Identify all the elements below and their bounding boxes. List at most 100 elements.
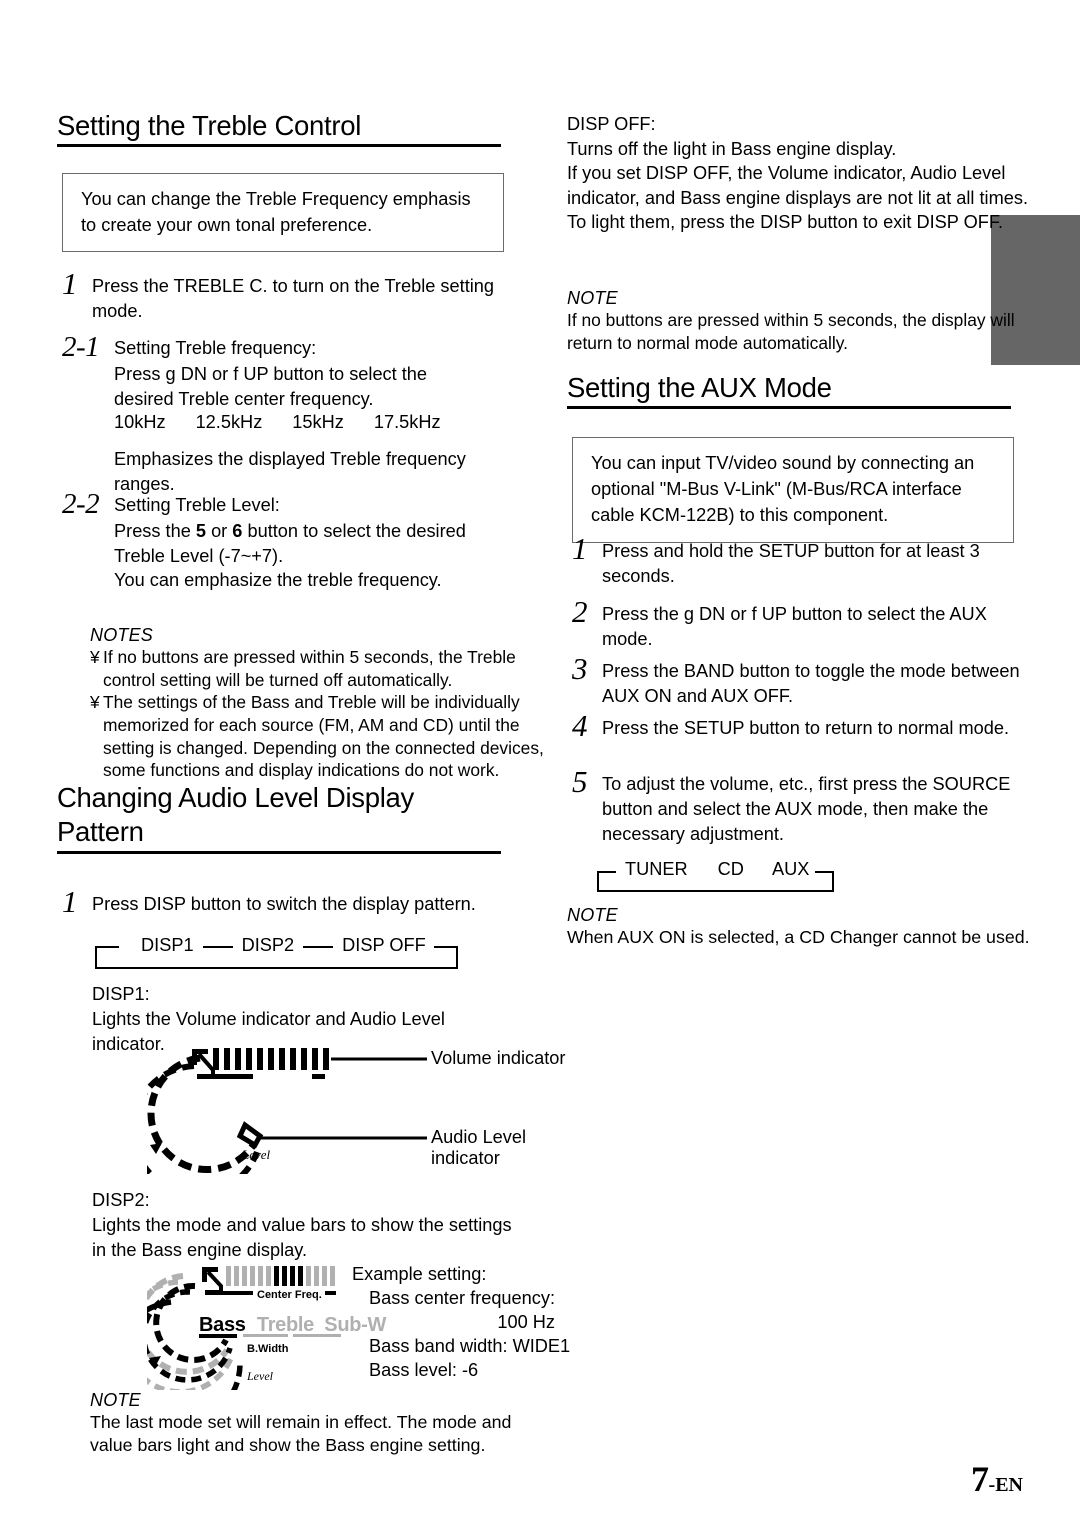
step-number: 1 — [572, 531, 588, 566]
button-5-label: 5 — [195, 520, 207, 541]
step-number: 1 — [62, 266, 78, 301]
cycle-loop-bracket — [597, 871, 834, 892]
note-item: ¥ If no buttons are pressed within 5 sec… — [90, 646, 562, 691]
treble-intro-box: You can change the Treble Frequency emph… — [62, 173, 504, 253]
freq-option: 17.5kHz — [373, 412, 441, 433]
note-heading: NOTE — [567, 905, 618, 925]
notes-heading: NOTES — [90, 625, 154, 645]
disp2-example-setting: Example setting: Bass center frequency: … — [352, 1262, 587, 1382]
treble-step-1: 1 Press the TREBLE C. to turn on the Tre… — [62, 266, 509, 324]
aux-step-4: 4 Press the SETUP button to return to no… — [572, 708, 1022, 743]
callout-volume-indicator: Volume indicator — [431, 1048, 566, 1068]
treble-freq-emphasis-text: Emphasizes the displayed Treble frequenc… — [114, 449, 466, 494]
center-freq-bars — [226, 1266, 335, 1286]
button-6-label: 6 — [232, 520, 243, 541]
step-number: 1 — [62, 884, 78, 919]
treble-level-prefix: Press the — [114, 520, 196, 541]
display-pattern-step-1: 1 Press DISP button to switch the displa… — [62, 884, 509, 919]
mode-label-treble: Treble — [256, 1314, 315, 1336]
heading-line-2: Pattern — [57, 816, 144, 848]
step-number: 4 — [572, 708, 588, 743]
cycle-cap-right — [434, 946, 458, 948]
freq-option: 10kHz — [114, 412, 166, 433]
disp-off-line-3: To light them, press the DISP button to … — [567, 212, 1004, 233]
treble-intro-text: You can change the Treble Frequency emph… — [81, 189, 471, 236]
treble-level-suffix: button to select the desired — [242, 520, 466, 541]
step-text: Press DISP button to switch the display … — [92, 894, 476, 914]
callout-audio-level-indicator: Audio Level indicator — [431, 1127, 527, 1168]
page-number-value: 7 — [971, 1459, 989, 1499]
treble-notes: NOTES ¥ If no buttons are pressed within… — [90, 625, 562, 782]
treble-level-line-1: Press the 5 or 6 button to select the de… — [114, 519, 509, 544]
disp-off-label: DISP OFF: — [567, 114, 656, 134]
arc-label-level-text: Level — [246, 1369, 274, 1383]
note-bullet-icon: ¥ — [90, 692, 100, 713]
step-number: 2-1 — [62, 331, 100, 363]
step-text: Press the SETUP button to return to norm… — [602, 718, 1010, 738]
treble-freq-line-1: Press g DN or f UP button to select the — [114, 363, 428, 384]
aux-step-3: 3 Press the BAND button to toggle the mo… — [572, 651, 1022, 709]
step-text: Press the TREBLE C. to turn on the Trebl… — [92, 276, 495, 321]
note-item: ¥ The settings of the Bass and Treble wi… — [90, 691, 562, 782]
step-text: Press the BAND button to toggle the mode… — [602, 661, 1020, 706]
step-text: To adjust the volume, etc., first press … — [602, 774, 1011, 844]
mode-label-bass: Bass — [199, 1314, 246, 1336]
cycle-cap-left — [597, 871, 616, 873]
example-title: Example setting: — [352, 1264, 487, 1284]
step-number: 2 — [572, 594, 588, 629]
disp2-graphic: Center Freq. B.Width Level Bass Treble S… — [113, 1262, 587, 1429]
page-number-suffix: -EN — [988, 1474, 1023, 1496]
heading-changing-audio-level-display-pattern: Changing Audio Level Display Pattern — [57, 782, 501, 854]
treble-step-2-1: 2-1 Setting Treble frequency: Press g DN… — [62, 320, 509, 497]
step-number: 5 — [572, 764, 588, 799]
treble-level-line-2: Treble Level (-7~+7). — [114, 545, 284, 566]
treble-frequency-options: 10kHz 12.5kHz 15kHz 17.5kHz — [62, 412, 509, 433]
aux-step-1: 1 Press and hold the SETUP button for at… — [572, 531, 1022, 589]
step-text: Press the g DN or f UP button to select … — [602, 604, 987, 649]
document-page: Setting the Treble Control You can chang… — [0, 0, 1080, 1526]
disp2-label: DISP2: — [92, 1190, 150, 1210]
cycle-cap-left — [95, 946, 119, 948]
disp2-description: DISP2: Lights the mode and value bars to… — [92, 1188, 512, 1262]
cycle-loop-bracket — [95, 946, 458, 969]
treble-freq-line-2: desired Treble center frequency. — [114, 388, 374, 409]
arc-label-center-freq: Center Freq. — [257, 1289, 322, 1301]
page-number: 7-EN — [971, 1458, 1023, 1500]
step-number: 3 — [572, 651, 588, 686]
note-bullet-icon: ¥ — [90, 647, 100, 667]
disp2-text: Lights the mode and value bars to show t… — [92, 1214, 512, 1260]
example-line-1: Bass center frequency: — [369, 1288, 556, 1309]
arc-label-level: Level — [241, 1147, 271, 1162]
step-number: 2-2 — [62, 488, 100, 520]
disp1-label: DISP1: — [92, 984, 150, 1004]
example-line-3: Bass band width: WIDE1 — [369, 1336, 571, 1357]
treble-level-or: or — [206, 520, 233, 541]
note-text: If no buttons are pressed within 5 secon… — [103, 647, 516, 690]
disp2-note: NOTE The last mode set will remain in ef… — [90, 1390, 550, 1457]
aux-intro-text: You can input TV/video sound by connecti… — [591, 453, 975, 526]
aux-intro-box: You can input TV/video sound by connecti… — [572, 437, 1014, 543]
note-heading: NOTE — [567, 288, 618, 308]
disp1-graphic: Level Volume indicator Audio Level indic… — [129, 1044, 567, 1197]
cycle-cap-right — [815, 871, 834, 873]
heading-setting-treble-control: Setting the Treble Control — [57, 110, 501, 148]
aux-source-cycle-diagram: TUNER CD AUX — [597, 859, 897, 905]
example-line-4: Bass level: -6 — [369, 1360, 479, 1381]
disp-off-line-2: If you set DISP OFF, the Volume indicato… — [567, 163, 1029, 208]
freq-option: 15kHz — [292, 412, 344, 433]
example-line-2: 100 Hz — [497, 1312, 555, 1333]
aux-note: NOTE When AUX ON is selected, a CD Chang… — [567, 905, 1037, 949]
disp-off-line-1: Turns off the light in Bass engine displ… — [567, 138, 897, 159]
note-text: The last mode set will remain in effect.… — [90, 1412, 512, 1456]
note-text: The settings of the Bass and Treble will… — [103, 692, 544, 781]
note-heading: NOTE — [90, 1390, 141, 1410]
step-text: Press and hold the SETUP button for at l… — [602, 541, 980, 586]
volume-bars — [213, 1048, 329, 1070]
arc-marker-triangle — [150, 1143, 162, 1154]
treble-step-2-2: 2-2 Setting Treble Level: Press the 5 or… — [62, 488, 509, 593]
disp-cycle-diagram: DISP1 DISP2 DISP OFF — [95, 935, 505, 981]
disp-off-note: NOTE If no buttons are pressed within 5 … — [567, 288, 1037, 354]
step-title: Setting Treble Level: — [114, 495, 280, 515]
step-title: Setting Treble frequency: — [114, 338, 317, 358]
aux-step-2: 2 Press the g DN or f UP button to selec… — [572, 594, 1022, 652]
